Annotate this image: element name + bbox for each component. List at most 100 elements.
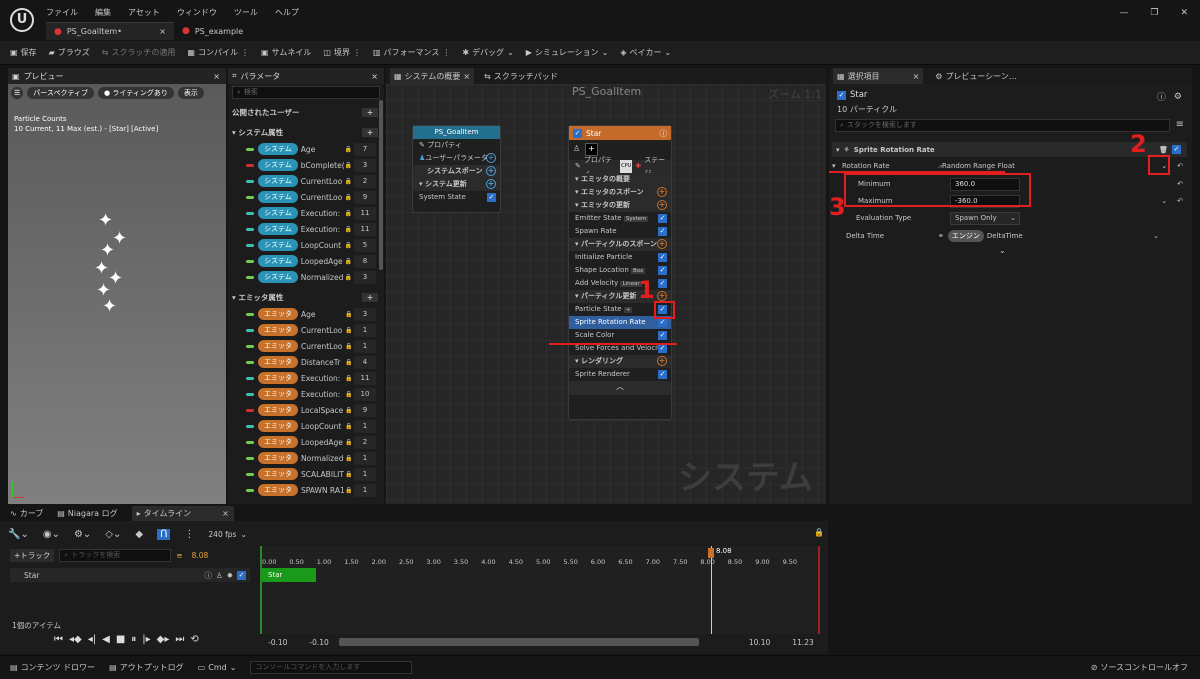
collapse-icon[interactable]: ▾ <box>836 146 840 154</box>
checkbox[interactable]: ✓ <box>658 344 667 353</box>
playhead[interactable] <box>711 546 712 634</box>
parameters-search[interactable]: ⌕ 検索 <box>232 86 380 99</box>
jump-start-icon[interactable]: ⏮ <box>54 634 63 645</box>
thumbnail-button[interactable]: ▣ サムネイル <box>261 47 311 58</box>
track-search[interactable]: ⌕ トラックを検索 <box>59 549 172 562</box>
view-end[interactable]: 10.10 <box>749 638 770 647</box>
next-key-icon[interactable]: ◆▸ <box>157 634 170 645</box>
system-node[interactable]: PS_GoalItem ✎ プロパティ ♟ユーザーパラメータ + システムスポーン… <box>412 125 501 213</box>
system-node-properties[interactable]: ✎ プロパティ <box>413 139 500 152</box>
param-row[interactable]: エミッタ SCALABILIT 🔒 1 <box>246 466 376 482</box>
param-row[interactable]: システム CurrentLoo 🔒 2 <box>246 173 376 189</box>
stage-header[interactable]: ▾ エミッタの更新 + <box>569 199 671 212</box>
jump-end-icon[interactable]: ⏭ <box>175 634 184 645</box>
menu-item[interactable]: 編集 <box>95 7 111 18</box>
checkbox[interactable]: ✓ <box>658 318 667 327</box>
add-icon[interactable]: + <box>657 356 667 366</box>
sparkle-icon[interactable]: ✸ <box>227 571 233 580</box>
fps-select[interactable]: 240 fps <box>208 530 236 539</box>
module-row[interactable]: Shape Location Box ✓ <box>569 264 671 277</box>
play-reverse-icon[interactable]: ◀ <box>102 634 110 645</box>
close-icon[interactable]: × <box>213 72 220 81</box>
add-icon[interactable]: + <box>657 291 667 301</box>
reset-icon[interactable]: ↶ <box>1177 162 1183 170</box>
module-row[interactable]: Sprite Renderer ✓ <box>569 368 671 381</box>
loop-icon[interactable]: ⟲ <box>190 634 198 645</box>
add-icon[interactable]: + <box>657 239 667 249</box>
checkbox[interactable]: ✓ <box>658 279 667 288</box>
checkbox[interactable]: ✓ <box>658 331 667 340</box>
param-row[interactable]: システム Execution: 🔒 11 <box>246 205 376 221</box>
lock-icon[interactable]: 🔒 <box>814 528 824 537</box>
selection-tab[interactable]: ▦ 選択項目 × <box>833 68 924 84</box>
param-row[interactable]: エミッタ DistanceTr 🔒 4 <box>246 354 376 370</box>
evaluation-type-select[interactable]: Spawn Only ⌄ <box>950 211 1020 225</box>
view-range-scrollbar[interactable] <box>338 638 699 646</box>
star-emitter-node[interactable]: ✓Starⓘ ♙+ ✎プロパティCPU✚ステージ ▾ エミッタの概要▾ エミッタ… <box>568 125 672 420</box>
timeline-area[interactable]: 0.00 0.50 1.00 1.50 2.00 2.50 3.00 3.50 4.00 4.50… <box>260 546 820 634</box>
checkbox[interactable]: ✓ <box>658 253 667 262</box>
timeline-ruler[interactable]: 0.00 0.50 1.00 1.50 2.00 2.50 3.00 3.50 4.00 4.50… <box>260 558 820 572</box>
menu-item[interactable]: ツール <box>234 7 258 18</box>
stack-search[interactable]: ⌕ スタックを検索します <box>835 119 1170 132</box>
show-button[interactable]: 表示 <box>177 87 204 99</box>
menu-item[interactable]: アセット <box>128 7 160 18</box>
param-row[interactable]: システム LoopCount 🔒 5 <box>246 237 376 253</box>
prev-key-icon[interactable]: ◂◆ <box>69 634 82 645</box>
stage-header[interactable]: ▾ エミッタの概要 <box>569 173 671 186</box>
module-row[interactable]: Add Velocity Linear ✓ <box>569 277 671 290</box>
compile-button[interactable]: ▦ コンパイル ⋮ <box>187 47 249 58</box>
system-node-update[interactable]: ▾ システム更新 + <box>413 178 500 191</box>
system-overview-tab[interactable]: ▦ システムの概要 × <box>390 68 475 84</box>
emitter-clip[interactable]: Star <box>262 568 316 582</box>
particle-icon[interactable]: ♙ <box>216 571 223 580</box>
more-icon[interactable]: ⋮ <box>184 529 194 540</box>
param-row[interactable]: システム Age 🔒 7 <box>246 141 376 157</box>
param-row[interactable]: エミッタ LoopedAge 🔒 2 <box>246 434 376 450</box>
performance-button[interactable]: ▥ パフォーマンス ⋮ <box>373 47 450 58</box>
curve-tab[interactable]: ∿ カーブ <box>10 508 43 519</box>
apply-scratch-button[interactable]: ⇆ スクラッチの適用 <box>102 47 176 58</box>
browse-button[interactable]: ▰ ブラウズ <box>49 47 90 58</box>
param-row[interactable]: システム bComplete(🔒 3 <box>246 157 376 173</box>
add-icon[interactable]: + <box>486 153 496 163</box>
param-row[interactable]: エミッタ LoopCount 🔒 1 <box>246 418 376 434</box>
add-user-param-button[interactable]: + <box>362 107 378 117</box>
param-row[interactable]: システム LoopedAge 🔒 8 <box>246 253 376 269</box>
param-row[interactable]: エミッタ Execution: 🔒 10 <box>246 386 376 402</box>
lighting-button[interactable]: ● ライティングあり <box>98 87 174 99</box>
close-icon[interactable]: × <box>222 509 229 518</box>
output-log-button[interactable]: ▤ アウトプットログ <box>109 662 184 673</box>
info-icon[interactable]: ⓘ <box>1157 90 1166 103</box>
stage-header[interactable]: ▾ パーティクルのスポーン + <box>569 238 671 251</box>
range-end[interactable]: 11.23 <box>792 638 813 647</box>
settings-icon[interactable]: ⚙ <box>1174 92 1182 102</box>
param-row[interactable]: エミッタ LocalSpace 🔒 9 <box>246 402 376 418</box>
checkbox[interactable]: ✓ <box>487 193 496 202</box>
viewport-menu-button[interactable]: ☰ <box>11 87 24 99</box>
param-row[interactable]: エミッタ Normalized 🔒 1 <box>246 450 376 466</box>
param-row[interactable]: エミッタ CurrentLoo 🔒 1 <box>246 338 376 354</box>
add-icon[interactable]: + <box>657 187 667 197</box>
add-system-param-button[interactable]: + <box>362 127 378 137</box>
info-icon[interactable]: ⓘ <box>204 570 212 581</box>
reset-icon[interactable]: ↶ <box>1177 180 1183 188</box>
track-row[interactable]: Star ⓘ ♙ ✸ ✓ <box>10 568 250 582</box>
timeline-tab[interactable]: ▸ タイムライン × <box>131 506 234 521</box>
more-icon[interactable]: ⋮ <box>241 48 249 57</box>
filter-icon[interactable]: ≡ <box>1176 119 1184 130</box>
param-row[interactable]: エミッタ Execution: 🔒 11 <box>246 370 376 386</box>
restore-icon[interactable]: ❐ <box>1150 8 1158 18</box>
close-icon[interactable]: × <box>371 72 378 81</box>
playhead-handle[interactable] <box>708 548 714 558</box>
preview-scene-tab[interactable]: ⚙ プレビューシーン… <box>935 71 1017 82</box>
scratchpad-tab[interactable]: ⇆ スクラッチパッド <box>484 71 558 82</box>
param-row[interactable]: エミッタ SPAWN RA1 🔒 1 <box>246 482 376 498</box>
doc-tab-active[interactable]: ● PS_GoalItem• × <box>46 22 174 40</box>
preview-viewport[interactable]: ☰ パースペクティブ ● ライティングあり 表示 Particle Counts… <box>8 84 226 504</box>
source-control-button[interactable]: ⊘ ソースコントロールオフ <box>1091 662 1188 673</box>
checkbox[interactable]: ✓ <box>658 214 667 223</box>
system-node-spawn[interactable]: システムスポーン + <box>413 165 500 178</box>
perspective-button[interactable]: パースペクティブ <box>27 87 95 99</box>
diamond-icon[interactable]: ◇⌄ <box>105 529 121 540</box>
